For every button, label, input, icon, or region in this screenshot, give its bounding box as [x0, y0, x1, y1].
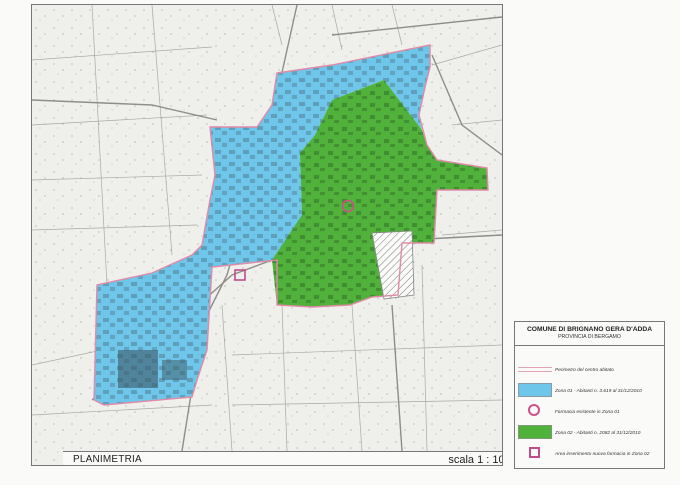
circle-marker-swatch — [528, 404, 540, 416]
legend-panel: COMUNE DI BRIGNANO GERA D'ADDA PROVINCIA… — [514, 321, 665, 469]
legend-label: Area inserimento nuova farmacia in Zona … — [555, 452, 650, 457]
perimeter-line-swatch — [518, 367, 552, 372]
industrial-block — [118, 350, 158, 388]
legend-item-zona-01: Zona 01 - Abitanti n. 3.619 al 31/12/201… — [518, 383, 661, 403]
map-title: PLANIMETRIA — [73, 454, 142, 465]
legend-header: COMUNE DI BRIGNANO GERA D'ADDA PROVINCIA… — [515, 322, 664, 346]
legend-comune: COMUNE DI BRIGNANO GERA D'ADDA — [526, 326, 653, 333]
zona-01-swatch — [518, 383, 552, 397]
legend-label: Zona 01 - Abitanti n. 3.619 al 31/12/201… — [555, 389, 642, 394]
map-scale: scala 1 : 10000 — [448, 454, 502, 466]
legend-label: Perimetro del centro abitato — [555, 368, 614, 373]
legend-label: Zona 02 - Abitanti n. 2082 al 31/12/2010 — [555, 431, 641, 436]
legend-item-perimetro: Perimetro del centro abitato — [518, 362, 661, 382]
legend-item-zona-02: Zona 02 - Abitanti n. 2082 al 31/12/2010 — [518, 425, 661, 445]
legend-item-farmacia-esistente: Farmacia esistente in Zona 01 — [518, 404, 661, 424]
square-marker-swatch — [529, 447, 540, 458]
zona-02-swatch — [518, 425, 552, 439]
map-canvas — [32, 5, 502, 465]
legend-item-nuova-farmacia: Area inserimento nuova farmacia in Zona … — [518, 446, 661, 466]
drawing-sheet: PLANIMETRIA scala 1 : 10000 COMUNE DI BR… — [0, 0, 680, 485]
legend-label: Farmacia esistente in Zona 01 — [555, 410, 620, 415]
legend-provincia: PROVINCIA DI BERGAMO — [558, 334, 621, 340]
map-footer: PLANIMETRIA scala 1 : 10000 — [63, 451, 502, 466]
map-panel: PLANIMETRIA scala 1 : 10000 — [31, 4, 503, 466]
